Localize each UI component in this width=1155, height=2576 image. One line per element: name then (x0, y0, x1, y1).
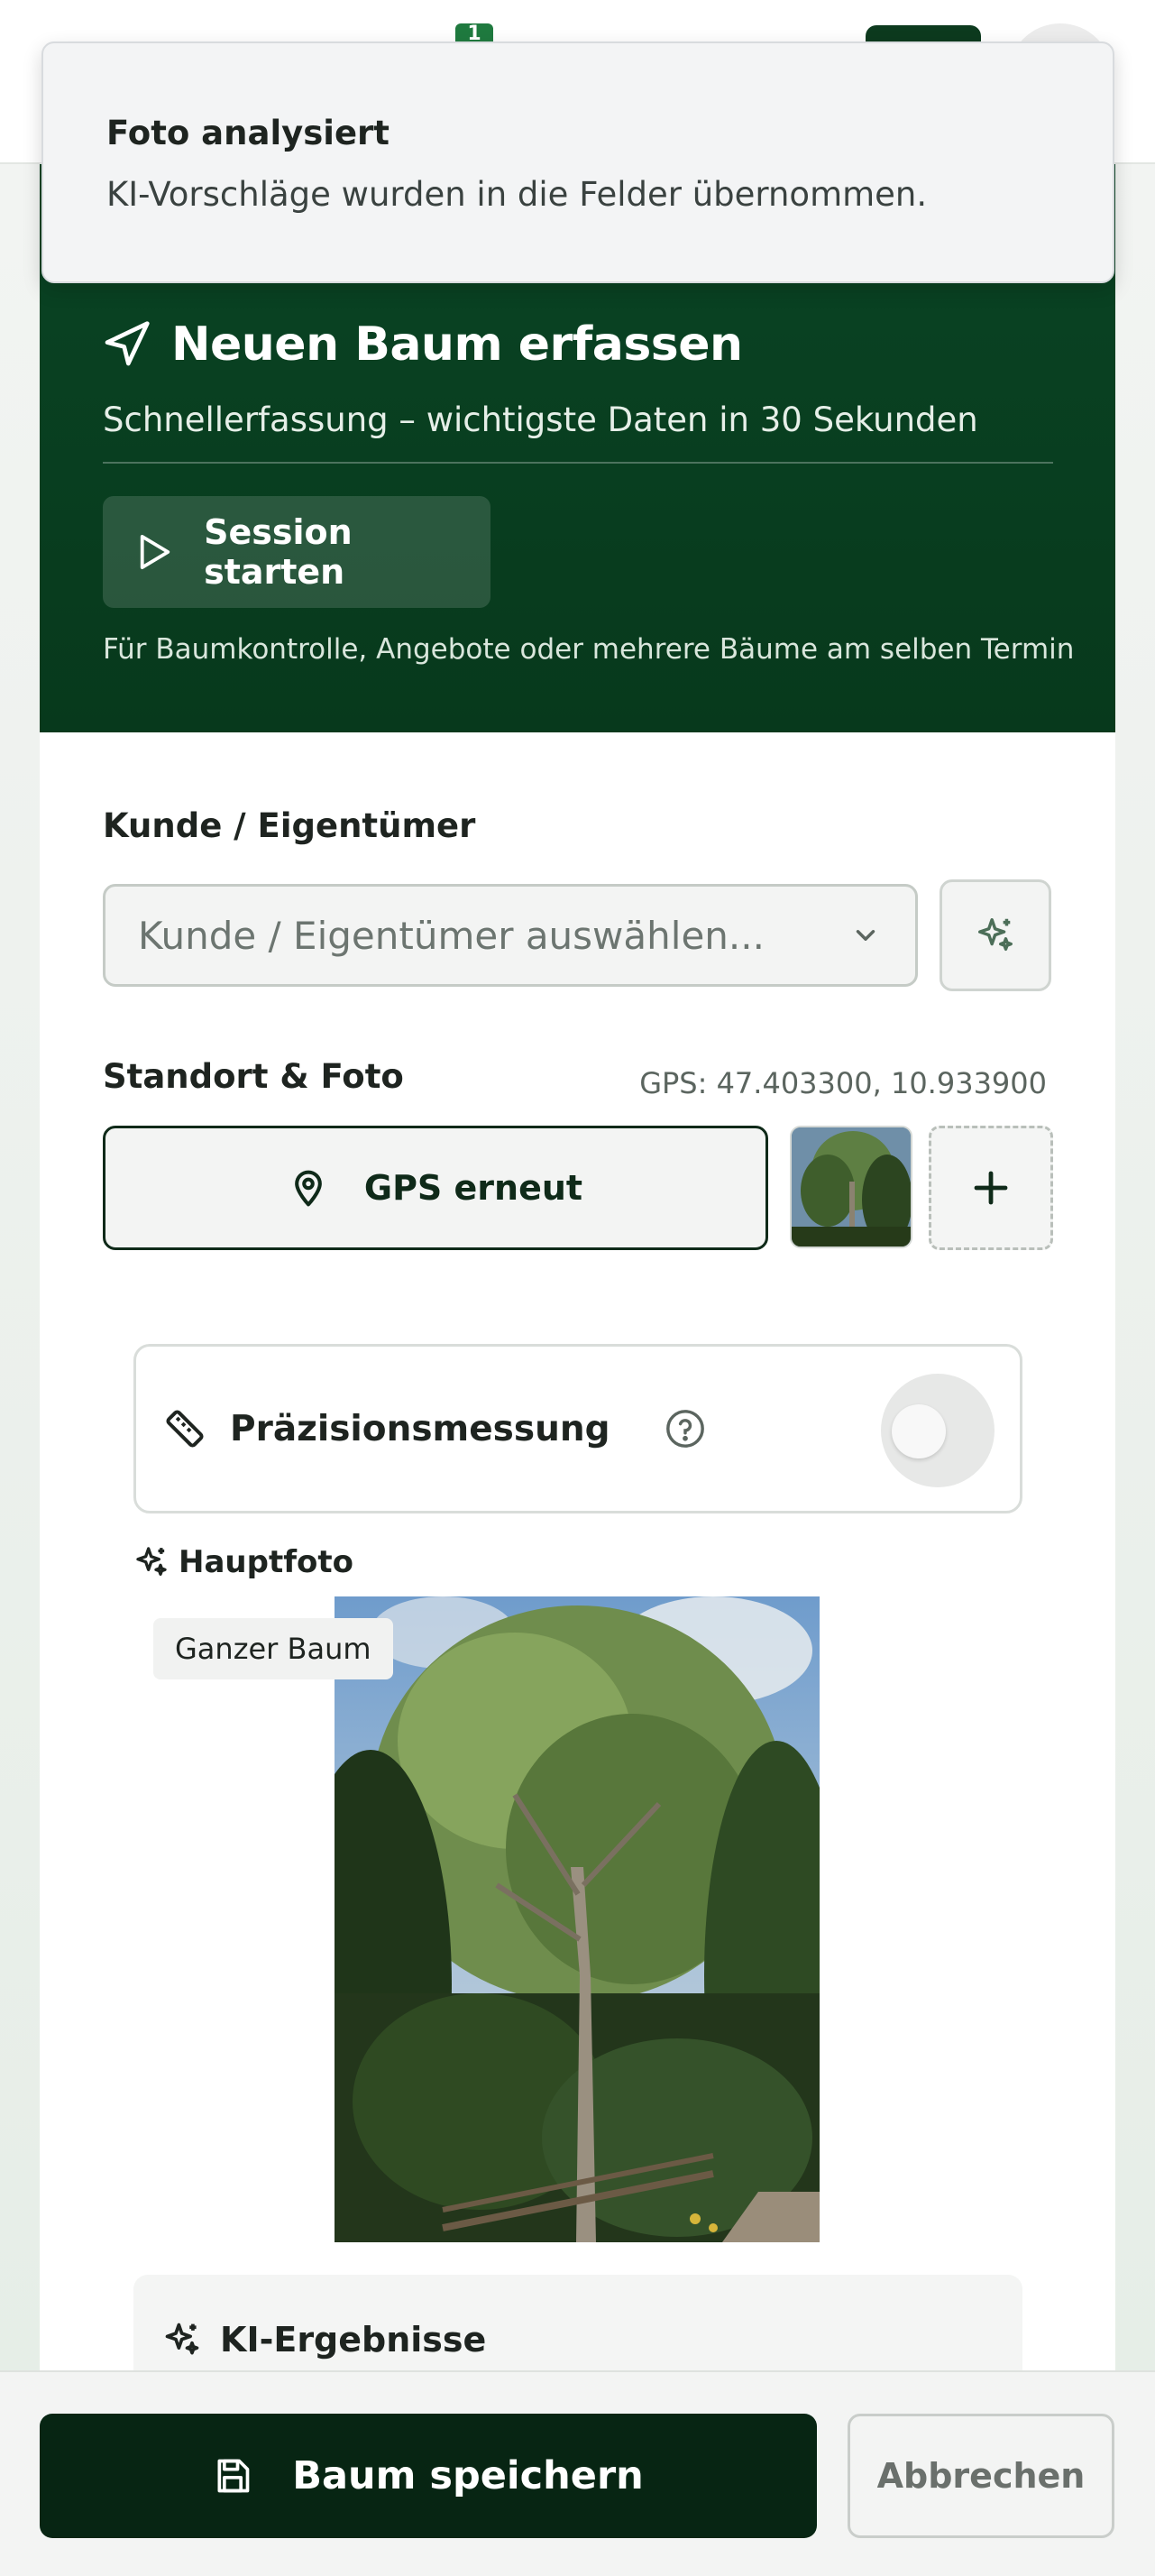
hero-title-row: Neuen Baum erfassen (101, 317, 743, 372)
main-photo-heading: Hauptfoto (133, 1544, 353, 1580)
page-subtitle: Schnellerfassung – wichtigste Daten in 3… (103, 400, 978, 439)
precision-label: Präzisionsmessung (230, 1408, 610, 1449)
photo-type-tag: Ganzer Baum (153, 1618, 393, 1679)
sparkles-icon (136, 1547, 167, 1576)
ai-suggest-button[interactable] (940, 879, 1051, 991)
precision-toggle-knob (892, 1404, 946, 1458)
save-tree-button[interactable]: Baum speichern (40, 2414, 817, 2538)
session-hint: Für Baumkontrolle, Angebote oder mehrere… (103, 633, 1075, 666)
gps-coordinates: GPS: 47.403300, 10.933900 (639, 1066, 1047, 1100)
background-right (1115, 164, 1155, 2576)
main-photo-label: Hauptfoto (179, 1544, 353, 1580)
sparkles-icon (978, 918, 1013, 952)
start-session-button[interactable]: Session starten (103, 496, 490, 608)
map-pin-icon (295, 1170, 322, 1207)
tree-thumbnail-image (792, 1127, 911, 1247)
main-tree-photo[interactable] (335, 1596, 820, 2242)
ai-results-label: KI-Ergebnisse (220, 2320, 487, 2360)
photo-thumbnail[interactable] (790, 1126, 912, 1248)
background-left (0, 164, 40, 2576)
gps-refresh-label: GPS erneut (363, 1168, 583, 1208)
toast-message: KI-Vorschläge wurden in die Felder übern… (106, 175, 928, 214)
start-session-label: Session starten (204, 512, 353, 592)
play-icon (140, 534, 170, 570)
save-icon (217, 2459, 250, 2493)
customer-select[interactable]: Kunde / Eigentümer auswählen... (103, 884, 918, 987)
gps-refresh-button[interactable]: GPS erneut (103, 1126, 768, 1250)
save-tree-label: Baum speichern (292, 2453, 644, 2498)
toast-title: Foto analysiert (106, 114, 390, 152)
sparkles-icon (165, 2323, 199, 2355)
help-circle-icon[interactable] (665, 1408, 706, 1449)
bottom-action-bar: Baum speichern Abbrechen (0, 2370, 1155, 2576)
hero-divider (103, 462, 1053, 464)
precision-toggle[interactable] (881, 1374, 995, 1487)
location-label: Standort & Foto (103, 1057, 404, 1096)
ruler-icon (166, 1410, 204, 1448)
tree-photo-image (335, 1596, 820, 2242)
tree-form-card: Neuen Baum erfassen Schnellerfassung – w… (40, 164, 1115, 2576)
page-title: Neuen Baum erfassen (171, 317, 743, 372)
cancel-button[interactable]: Abbrechen (848, 2414, 1114, 2538)
chevron-down-icon (856, 930, 875, 941)
customer-select-placeholder: Kunde / Eigentümer auswählen... (138, 913, 765, 958)
plus-icon (974, 1171, 1008, 1205)
toast-notification[interactable]: Foto analysiert KI-Vorschläge wurden in … (41, 41, 1114, 283)
customer-label: Kunde / Eigentümer (103, 806, 476, 845)
precision-measurement-panel: Präzisionsmessung (133, 1344, 1022, 1513)
navigation-arrow-icon (105, 321, 150, 366)
add-photo-button[interactable] (929, 1126, 1053, 1250)
